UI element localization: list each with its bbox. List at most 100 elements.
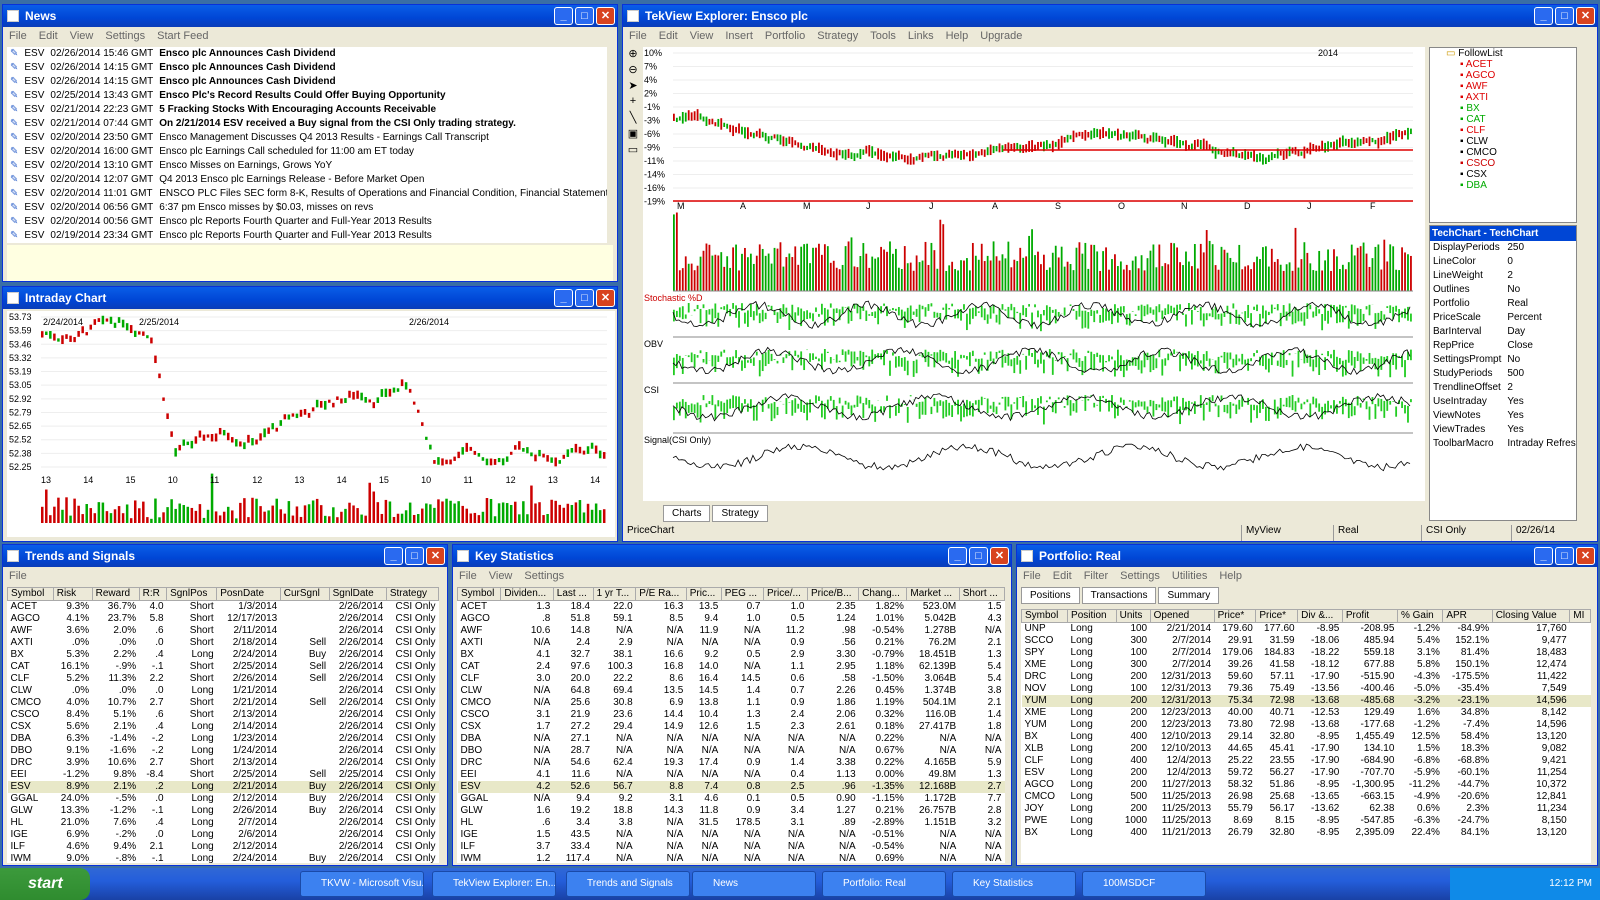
minimize-button[interactable]: _ bbox=[384, 547, 403, 565]
close-button[interactable]: ✕ bbox=[990, 547, 1009, 565]
table-row[interactable]: ACET 9.3% 36.7% 4.0 Short 1/3/2014 2/26/2014 CS… bbox=[8, 601, 439, 614]
news-row[interactable]: ✎ ESV 02/20/2014 12:07 GMT Q4 2013 Ensco pl… bbox=[7, 173, 607, 187]
news-titlebar[interactable]: News _ □ ✕ bbox=[3, 5, 617, 27]
close-button[interactable]: ✕ bbox=[596, 289, 615, 307]
ks-menu-view[interactable]: View bbox=[489, 570, 513, 582]
column-header[interactable]: Last ... bbox=[552, 587, 594, 601]
news-row[interactable]: ✎ ESV 02/20/2014 06:56 GMT 6:37 pm Ensco mi… bbox=[7, 201, 607, 215]
zoom-in-icon[interactable]: ⊕ bbox=[625, 47, 641, 63]
news-menu-file[interactable]: File bbox=[9, 30, 27, 42]
zoom-out-icon[interactable]: ⊖ bbox=[625, 63, 641, 79]
column-header[interactable]: Opened bbox=[1149, 609, 1215, 623]
taskbar-button[interactable]: 100MSDCF bbox=[1082, 871, 1206, 897]
minimize-button[interactable]: _ bbox=[1534, 7, 1553, 25]
column-header[interactable]: Risk bbox=[52, 587, 93, 601]
column-header[interactable]: SgnlPos bbox=[166, 587, 218, 601]
table-row[interactable]: AGCO 4.1% 23.7% 5.8 Short 12/17/2013 2/26/2014… bbox=[8, 613, 439, 625]
column-header[interactable]: PEG ... bbox=[720, 587, 764, 601]
note-icon[interactable]: ▣ bbox=[625, 127, 641, 143]
maximize-button[interactable]: □ bbox=[405, 547, 424, 565]
tek-menu-tools[interactable]: Tools bbox=[870, 30, 896, 42]
pf-menu-utilities[interactable]: Utilities bbox=[1172, 570, 1207, 582]
column-header[interactable]: Reward bbox=[91, 587, 140, 601]
minimize-button[interactable]: _ bbox=[554, 7, 573, 25]
close-button[interactable]: ✕ bbox=[596, 7, 615, 25]
table-row[interactable]: CLF 5.2% 11.3% 2.2 Short 2/26/2014 Sell 2/26/20… bbox=[8, 673, 439, 685]
column-header[interactable]: Symbol bbox=[457, 587, 502, 601]
table-row[interactable]: CAT 2.4 97.6 100.3 16.8 14.0 N/A 1.1 2.95 1.18% 62… bbox=[458, 661, 1005, 673]
table-row[interactable]: CMCO Long 500 11/25/2013 26.98 25.68 -13.65 -66… bbox=[1022, 791, 1591, 803]
table-row[interactable]: BX Long 400 12/10/2013 29.14 32.80 -8.95 1,455.… bbox=[1022, 731, 1591, 743]
news-row[interactable]: ✎ ESV 02/20/2014 23:50 GMT Ensco Management… bbox=[7, 131, 607, 145]
property-row[interactable]: DisplayPeriods 250 bbox=[1430, 241, 1576, 255]
followlist-item[interactable]: ▪ ACET bbox=[1430, 59, 1576, 70]
table-row[interactable]: UNP Long 100 2/21/2014 179.60 177.60 -8.95 -208… bbox=[1022, 623, 1591, 636]
news-list[interactable]: ✎ ESV 02/26/2014 15:46 GMT Ensco plc Announ… bbox=[7, 47, 607, 243]
tek-menu-portfolio[interactable]: Portfolio bbox=[765, 30, 805, 42]
followlist-item[interactable]: ▪ CLW bbox=[1430, 136, 1576, 147]
table-row[interactable]: GGAL N/A 9.4 9.2 3.1 4.6 0.1 0.5 0.90 -1.15% 1.172… bbox=[458, 793, 1005, 805]
table-row[interactable]: CSCO 3.1 21.9 23.6 14.4 10.4 1.3 2.4 2.06 0.32% 11… bbox=[458, 709, 1005, 721]
table-row[interactable]: ESV 4.2 52.6 56.7 8.8 7.4 0.8 2.5.96 -1.35% 12.16… bbox=[457, 781, 1005, 793]
table-row[interactable]: BX 4.1 32.7 38.1 16.6 9.2 0.5 2.9 3.30 -0.79% 18.4… bbox=[458, 649, 1005, 661]
table-row[interactable]: GGAL 24.0% -.5% .0 Long 2/12/2014 Buy 2/26/2014… bbox=[8, 793, 439, 805]
table-row[interactable]: CLF Long 400 12/4/2013 25.22 23.55 -17.90 -684.… bbox=[1022, 755, 1591, 767]
column-header[interactable]: 1 yr T... bbox=[592, 587, 637, 601]
followlist-item[interactable]: ▪ DBA bbox=[1430, 180, 1576, 191]
followlist-item[interactable]: ▪ CAT bbox=[1430, 114, 1576, 125]
property-row[interactable]: ToolbarMacro Intraday Refresh bbox=[1430, 437, 1576, 451]
property-row[interactable]: BarInterval Day bbox=[1430, 325, 1576, 339]
table-row[interactable]: AWF 10.6 14.8 N/A N/A 11.9 N/A 11.2.98 -0.54% 1.2… bbox=[458, 625, 1005, 637]
table-row[interactable]: CSCO 8.4% 5.1% .6 Short 2/13/2014 2/26/2014 CSI… bbox=[8, 709, 439, 721]
property-row[interactable]: SettingsPrompt No bbox=[1430, 353, 1576, 367]
table-row[interactable]: HL .6 3.4 3.8 N/A 31.5 178.5 3.1.89 -2.89% 1.151B… bbox=[458, 817, 1005, 829]
column-header[interactable]: Market ... bbox=[906, 587, 960, 601]
tek-menu-strategy[interactable]: Strategy bbox=[817, 30, 858, 42]
news-row[interactable]: ✎ ESV 02/21/2014 22:23 GMT 5 Fracking Stock… bbox=[7, 103, 607, 117]
tek-menu-help[interactable]: Help bbox=[946, 30, 969, 42]
column-header[interactable]: APR bbox=[1442, 609, 1493, 623]
followlist-item[interactable]: ▪ AGCO bbox=[1430, 70, 1576, 81]
minimize-button[interactable]: _ bbox=[948, 547, 967, 565]
news-menu-start-feed[interactable]: Start Feed bbox=[157, 30, 208, 42]
table-row[interactable]: ILF 4.6% 9.4% 2.1 Long 2/12/2014 2/26/2014 CSI … bbox=[8, 841, 439, 853]
followlist-item[interactable]: ▪ CSX bbox=[1430, 169, 1576, 180]
property-row[interactable]: RepPrice Close bbox=[1430, 339, 1576, 353]
taskbar-button[interactable]: News bbox=[692, 871, 816, 897]
pointer-icon[interactable]: ➤ bbox=[625, 79, 641, 95]
column-header[interactable]: MI bbox=[1569, 609, 1591, 623]
tek-menu-view[interactable]: View bbox=[690, 30, 714, 42]
table-row[interactable]: XME Long 200 12/23/2013 40.00 40.71 -12.53 129.… bbox=[1022, 707, 1591, 719]
tekview-titlebar[interactable]: TekView Explorer: Ensco plc _ □ ✕ bbox=[623, 5, 1597, 27]
column-header[interactable]: Profit bbox=[1341, 609, 1398, 623]
column-header[interactable]: Dividen... bbox=[500, 587, 554, 601]
property-row[interactable]: Portfolio Real bbox=[1430, 297, 1576, 311]
taskbar-button[interactable]: TKVW - Microsoft Visu... bbox=[300, 871, 424, 897]
column-header[interactable]: Chang... bbox=[858, 587, 908, 601]
followlist-item[interactable]: ▪ CLF bbox=[1430, 125, 1576, 136]
column-header[interactable]: Symbol bbox=[1021, 609, 1069, 623]
news-menu-settings[interactable]: Settings bbox=[105, 30, 145, 42]
table-row[interactable]: NOV Long 100 12/31/2013 79.36 75.49 -13.56 -400… bbox=[1022, 683, 1591, 695]
news-row[interactable]: ✎ ESV 02/26/2014 14:15 GMT Ensco plc Announ… bbox=[7, 75, 607, 89]
column-header[interactable]: Position bbox=[1067, 609, 1117, 623]
column-header[interactable]: % Gain bbox=[1396, 609, 1444, 623]
tab-charts[interactable]: Charts bbox=[663, 505, 711, 522]
table-row[interactable]: AXTI .0% .0% .0 Short 2/18/2014 Sell 2/26/2014 C… bbox=[8, 637, 439, 649]
table-row[interactable]: CLF 3.0 20.0 22.2 8.6 16.4 14.5 0.6.58 -1.50% 3.0… bbox=[458, 673, 1005, 685]
tek-menu-upgrade[interactable]: Upgrade bbox=[980, 30, 1022, 42]
followlist-item[interactable]: ▪ AWF bbox=[1430, 81, 1576, 92]
table-row[interactable]: DRC Long 200 12/31/2013 59.60 57.11 -17.90 -515… bbox=[1022, 671, 1591, 683]
table-row[interactable]: DBA 6.3% -1.4% -.2 Long 1/23/2014 2/26/2014 CSI… bbox=[8, 733, 439, 745]
column-header[interactable]: Price/B... bbox=[806, 587, 860, 601]
column-header[interactable]: Symbol bbox=[7, 587, 54, 601]
maximize-button[interactable]: □ bbox=[575, 289, 594, 307]
property-row[interactable]: StudyPeriods 500 bbox=[1430, 367, 1576, 381]
table-row[interactable]: CMCO 4.0% 10.7% 2.7 Short 2/21/2014 Sell 2/26/2… bbox=[8, 697, 439, 709]
taskbar-button[interactable]: Portfolio: Real bbox=[822, 871, 946, 897]
table-row[interactable]: CSX 5.6% 2.1% .4 Long 2/14/2014 2/26/2014 CSI O… bbox=[8, 721, 439, 733]
column-header[interactable]: P/E Ra... bbox=[635, 587, 687, 601]
property-row[interactable]: LineWeight 2 bbox=[1430, 269, 1576, 283]
tek-menu-links[interactable]: Links bbox=[908, 30, 934, 42]
table-row[interactable]: PWE Long 1000 11/25/2013 8.69 8.15 -8.95 -547.8… bbox=[1022, 815, 1591, 827]
